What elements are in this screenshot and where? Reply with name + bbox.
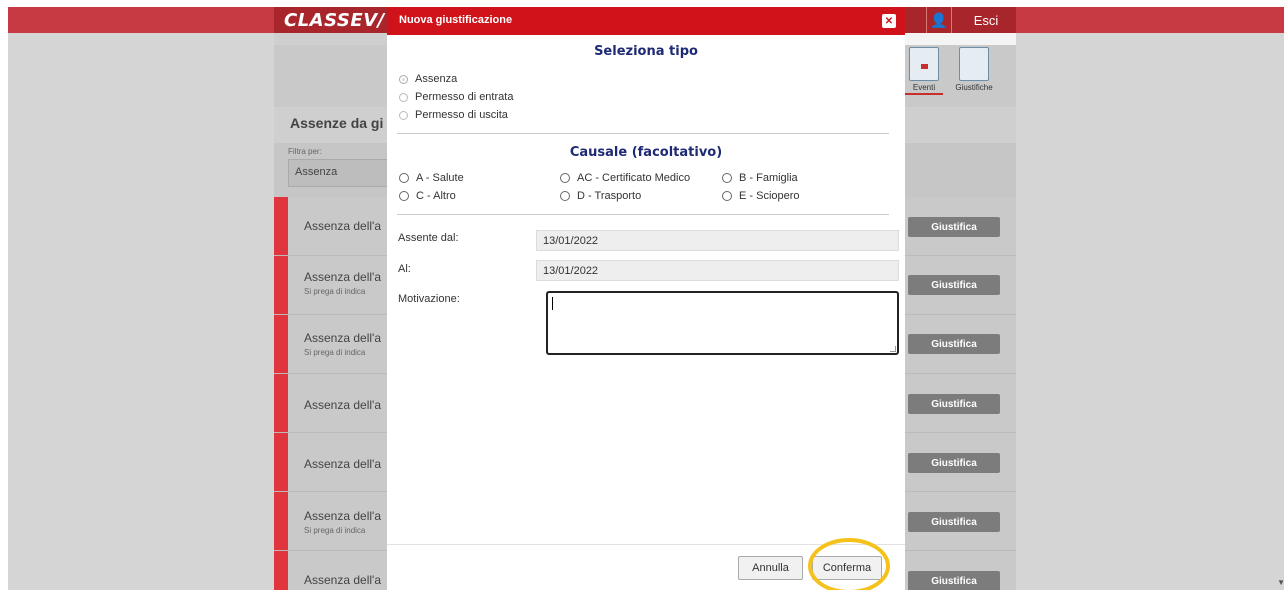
radio-icon: [722, 191, 732, 201]
overlay-left: [8, 33, 274, 590]
radio-causale-c[interactable]: C - Altro: [399, 190, 456, 202]
radio-checked-icon: [399, 74, 408, 84]
row-title: Assenza dell'a: [304, 509, 382, 523]
resize-handle-icon[interactable]: [890, 346, 896, 352]
giustifica-button[interactable]: Giustifica: [908, 571, 1000, 590]
row-title: Assenza dell'a: [304, 219, 382, 233]
calendar-icon: [909, 47, 939, 81]
giustifica-button[interactable]: Giustifica: [908, 275, 1000, 295]
overlay-right: [1016, 33, 1284, 590]
radio-permesso-entrata[interactable]: Permesso di entrata: [399, 91, 513, 103]
cancel-button[interactable]: Annulla: [738, 556, 803, 580]
radio-icon: [399, 110, 408, 120]
reason-label: Motivazione:: [398, 293, 460, 305]
status-marker: [274, 433, 288, 491]
status-marker: [274, 197, 288, 255]
logout-button[interactable]: Esci: [958, 7, 1014, 33]
radio-assenza[interactable]: Assenza: [399, 73, 457, 85]
justification-dialog: Nuova giustificazione ✕ Seleziona tipo A…: [387, 7, 905, 590]
radio-label: E - Sciopero: [739, 190, 800, 202]
radio-icon: [560, 173, 570, 183]
radio-label: Permesso di uscita: [415, 109, 508, 121]
row-title: Assenza dell'a: [304, 270, 382, 284]
toolbar-eventi-label: Eventi: [912, 83, 936, 92]
row-subtitle: Si prega di indica: [304, 526, 366, 535]
giustifica-button[interactable]: Giustifica: [908, 334, 1000, 354]
highlight-ring: [808, 538, 890, 590]
active-tab-underline: [905, 93, 943, 95]
radio-permesso-uscita[interactable]: Permesso di uscita: [399, 109, 508, 121]
row-subtitle: Si prega di indica: [304, 287, 366, 296]
to-date-input[interactable]: 13/01/2022: [536, 260, 899, 281]
divider: [397, 133, 889, 134]
row-title: Assenza dell'a: [304, 573, 382, 587]
text-cursor: [552, 297, 553, 310]
app-logo: CLASSEV/: [284, 10, 385, 31]
radio-label: Permesso di entrata: [415, 91, 514, 103]
radio-causale-d[interactable]: D - Trasporto: [560, 190, 641, 202]
radio-icon: [722, 173, 732, 183]
header-white-strip: [902, 33, 1016, 45]
close-icon[interactable]: ✕: [882, 14, 896, 28]
row-subtitle: Si prega di indica: [304, 348, 366, 357]
radio-causale-e[interactable]: E - Sciopero: [722, 190, 800, 202]
toolbar-eventi[interactable]: Eventi: [900, 47, 948, 95]
row-title: Assenza dell'a: [304, 331, 382, 345]
radio-causale-b[interactable]: B - Famiglia: [722, 172, 798, 184]
scroll-down-icon[interactable]: ▼: [1277, 578, 1285, 587]
toolbar-giustifiche[interactable]: Giustifiche: [950, 47, 998, 92]
dialog-header: Nuova giustificazione ✕: [387, 7, 905, 35]
radio-label: C - Altro: [416, 190, 456, 202]
filter-select[interactable]: Assenza: [288, 159, 398, 187]
to-date-label: Al:: [398, 263, 411, 275]
dialog-title: Nuova giustificazione: [399, 14, 513, 26]
radio-label: Assenza: [415, 73, 458, 85]
radio-icon: [399, 191, 409, 201]
radio-label: D - Trasporto: [577, 190, 642, 202]
status-marker: [274, 256, 288, 314]
radio-label: A - Salute: [416, 172, 464, 184]
toolbar-giustifiche-label: Giustifiche: [955, 83, 993, 92]
giustifica-button[interactable]: Giustifica: [908, 512, 1000, 532]
from-date-label: Assente dal:: [398, 232, 459, 244]
list-icon: [959, 47, 989, 81]
causale-heading: Causale (facoltativo): [569, 145, 723, 160]
reason-textarea[interactable]: [546, 291, 899, 355]
user-icon[interactable]: 👤: [926, 7, 952, 33]
tipo-heading: Seleziona tipo: [594, 44, 698, 59]
status-marker: [274, 315, 288, 373]
giustifica-button[interactable]: Giustifica: [908, 217, 1000, 237]
radio-causale-ac[interactable]: AC - Certificato Medico: [560, 172, 690, 184]
giustifica-button[interactable]: Giustifica: [908, 394, 1000, 414]
radio-icon: [560, 191, 570, 201]
row-title: Assenza dell'a: [304, 398, 382, 412]
page-title: Assenze da gi: [290, 115, 384, 131]
radio-label: B - Famiglia: [739, 172, 798, 184]
top-white-strip: [0, 0, 1287, 7]
status-marker: [274, 492, 288, 550]
row-title: Assenza dell'a: [304, 457, 382, 471]
divider: [397, 214, 889, 215]
giustifica-button[interactable]: Giustifica: [908, 453, 1000, 473]
status-marker: [274, 551, 288, 590]
from-date-input[interactable]: 13/01/2022: [536, 230, 899, 251]
radio-causale-a[interactable]: A - Salute: [399, 172, 464, 184]
radio-icon: [399, 92, 408, 102]
radio-icon: [399, 173, 409, 183]
radio-label: AC - Certificato Medico: [577, 172, 691, 184]
status-marker: [274, 374, 288, 432]
filter-label: Filtra per:: [288, 147, 322, 156]
